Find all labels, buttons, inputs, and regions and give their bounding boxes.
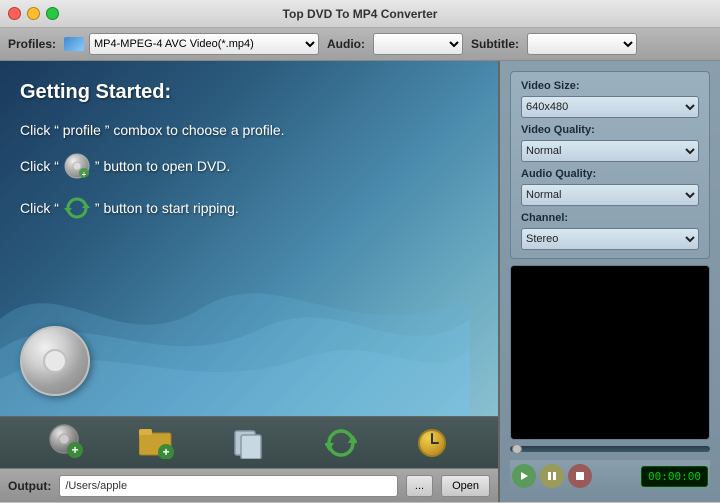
convert-button[interactable] (322, 424, 360, 462)
browse-button[interactable]: ... (406, 475, 433, 497)
dvd-disc-decoration (20, 326, 90, 396)
video-size-label: Video Size: (521, 80, 699, 92)
seek-bar[interactable] (510, 446, 710, 452)
left-panel: Getting Started: Click “ profile ” combo… (0, 61, 500, 502)
video-preview (510, 265, 710, 440)
copy-button[interactable] (230, 424, 268, 462)
instructions: Click “ profile ” combox to choose a pro… (20, 122, 478, 222)
audio-label: Audio: (327, 37, 365, 51)
output-path-input[interactable] (59, 475, 398, 497)
open-dvd-icon: + (63, 152, 91, 180)
minimize-button[interactable] (27, 7, 40, 20)
video-quality-select[interactable]: Normal Low High Very High (521, 140, 699, 162)
time-display: 00:00:00 (641, 466, 708, 487)
seek-thumb[interactable] (512, 444, 522, 454)
add-folder-button[interactable]: + (138, 424, 176, 462)
stop-button[interactable] (568, 464, 592, 488)
channel-label: Channel: (521, 212, 699, 224)
main-content: Getting Started: Click “ profile ” combo… (0, 61, 720, 502)
profiles-select[interactable]: MP4-MPEG-4 AVC Video(*.mp4) (89, 33, 319, 55)
instruction-line-3: Click “ ” button to st (20, 194, 478, 222)
play-button[interactable] (512, 464, 536, 488)
window-title: Top DVD To MP4 Converter (283, 7, 438, 21)
left-toolbar: + + (0, 416, 498, 468)
playback-controls: 00:00:00 (510, 460, 710, 492)
profiles-label: Profiles: (8, 37, 56, 51)
audio-quality-label: Audio Quality: (521, 168, 699, 180)
output-bar: Output: ... Open (0, 468, 498, 502)
add-dvd-button[interactable]: + (47, 424, 85, 462)
settings-box: Video Size: 640x480 320x240 720x480 1280… (510, 71, 710, 259)
instruction-line-2: Click “ (20, 152, 478, 180)
video-size-select[interactable]: 640x480 320x240 720x480 1280x720 (521, 96, 699, 118)
subtitle-label: Subtitle: (471, 37, 519, 51)
subtitle-select[interactable] (527, 33, 637, 55)
timer-button[interactable] (413, 424, 451, 462)
getting-started-area: Getting Started: Click “ profile ” combo… (0, 61, 498, 416)
instruction-line-1: Click “ profile ” combox to choose a pro… (20, 122, 478, 138)
output-label: Output: (8, 479, 51, 493)
svg-text:+: + (82, 170, 87, 179)
title-bar: Top DVD To MP4 Converter (0, 0, 720, 28)
close-button[interactable] (8, 7, 21, 20)
mp4-icon (64, 37, 84, 51)
pause-button[interactable] (540, 464, 564, 488)
start-ripping-icon (63, 194, 91, 222)
main-toolbar: Profiles: MP4-MPEG-4 AVC Video(*.mp4) Au… (0, 28, 720, 61)
svg-text:+: + (71, 443, 78, 457)
right-panel: Video Size: 640x480 320x240 720x480 1280… (500, 61, 720, 502)
svg-text:+: + (163, 445, 170, 459)
open-button[interactable]: Open (441, 475, 490, 497)
audio-quality-select[interactable]: Normal Low High (521, 184, 699, 206)
maximize-button[interactable] (46, 7, 59, 20)
audio-select[interactable] (373, 33, 463, 55)
window-controls (8, 7, 59, 20)
video-quality-label: Video Quality: (521, 124, 699, 136)
getting-started-title: Getting Started: (20, 81, 478, 104)
channel-select[interactable]: Stereo Mono 5.1 (521, 228, 699, 250)
